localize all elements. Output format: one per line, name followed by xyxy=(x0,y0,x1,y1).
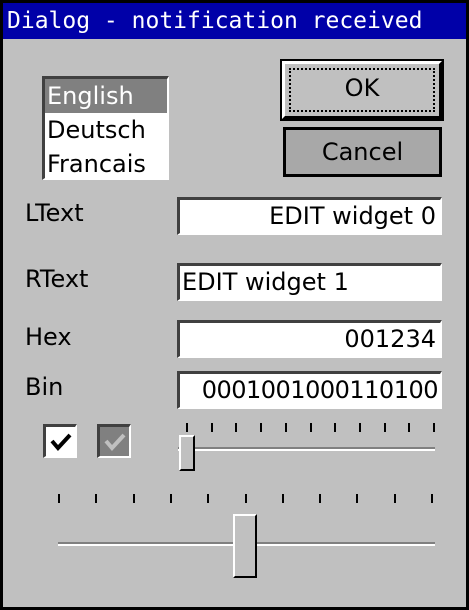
upper-slider-track[interactable] xyxy=(178,447,435,451)
slider-tick xyxy=(245,494,247,503)
slider-tick xyxy=(334,423,336,432)
listbox-item-english[interactable]: English xyxy=(45,79,167,113)
focus-rectangle xyxy=(289,68,435,112)
cancel-button[interactable]: Cancel xyxy=(283,127,442,177)
slider-tick xyxy=(356,494,358,503)
slider-tick xyxy=(394,494,396,503)
checkmark-icon xyxy=(104,433,126,452)
slider-tick xyxy=(207,494,209,503)
dialog-client-area: English Deutsch Francais OK Cancel LText… xyxy=(3,39,466,607)
slider-tick xyxy=(260,423,262,432)
cancel-button-label: Cancel xyxy=(321,138,404,166)
slider-tick xyxy=(359,423,361,432)
hex-label: Hex xyxy=(25,323,72,351)
slider-tick xyxy=(310,423,312,432)
ltext-label: LText xyxy=(25,199,84,227)
ltext-edit-field[interactable]: EDIT widget 0 xyxy=(177,197,442,235)
listbox-item-francais[interactable]: Francais xyxy=(45,147,167,178)
slider-tick xyxy=(58,494,60,503)
hex-edit-field[interactable]: 001234 xyxy=(177,320,442,358)
slider-tick xyxy=(431,494,433,503)
slider-tick xyxy=(95,494,97,503)
rtext-label: RText xyxy=(25,265,89,293)
slider-tick xyxy=(433,423,435,432)
rtext-edit-field[interactable]: EDIT widget 1 xyxy=(177,263,442,301)
slider-tick xyxy=(170,494,172,503)
slider-tick xyxy=(211,423,213,432)
lower-slider-thumb[interactable] xyxy=(233,514,257,578)
slider-tick xyxy=(319,494,321,503)
checkbox-disabled[interactable] xyxy=(97,424,131,458)
checkbox-enabled[interactable] xyxy=(43,424,77,458)
checkmark-icon xyxy=(50,433,72,452)
slider-tick xyxy=(282,494,284,503)
upper-slider-thumb[interactable] xyxy=(179,435,195,471)
slider-tick xyxy=(408,423,410,432)
slider-tick xyxy=(235,423,237,432)
dialog-window: Dialog - notification received English D… xyxy=(0,0,469,610)
ok-button[interactable]: OK xyxy=(280,59,444,121)
slider-tick xyxy=(186,423,188,432)
language-listbox[interactable]: English Deutsch Francais xyxy=(42,76,169,180)
title-bar[interactable]: Dialog - notification received xyxy=(3,3,466,39)
slider-tick xyxy=(133,494,135,503)
slider-tick xyxy=(285,423,287,432)
slider-tick xyxy=(384,423,386,432)
bin-label: Bin xyxy=(25,373,64,401)
bin-edit-field[interactable]: 0001001000110100 xyxy=(177,371,442,409)
listbox-item-deutsch[interactable]: Deutsch xyxy=(45,113,167,147)
